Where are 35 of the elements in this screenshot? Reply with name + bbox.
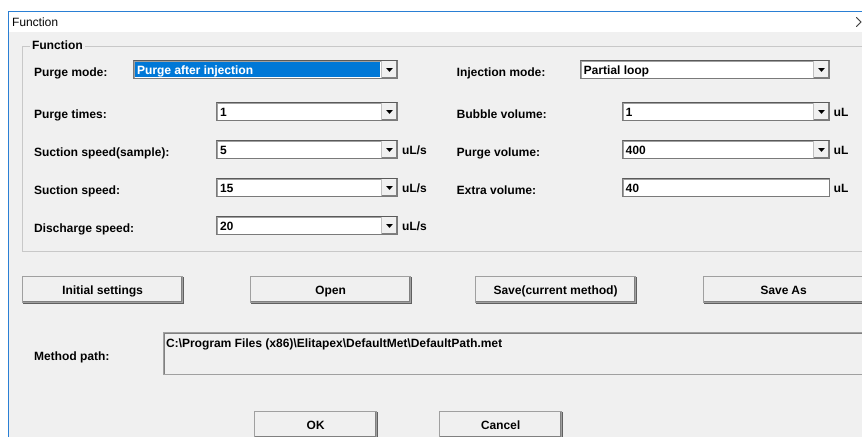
dialog-button[interactable]: OK (254, 411, 377, 437)
action-button[interactable]: Open (250, 276, 411, 303)
unit-label: uL (834, 180, 848, 194)
field-label: Injection mode: (456, 64, 546, 78)
field-label: Purge volume: (456, 144, 542, 158)
field-label: Suction speed(sample): (34, 144, 170, 158)
unit-label: uL (834, 104, 848, 118)
field-label: Suction speed: (34, 182, 122, 196)
window-title: Function (12, 15, 58, 29)
field-label: Purge times: (34, 106, 108, 120)
input-field[interactable]: 40 (622, 178, 830, 197)
field-label: Bubble volume: (456, 106, 548, 120)
unit-label: uL/s (402, 218, 427, 232)
unit-label: uL/s (402, 180, 427, 194)
close-icon[interactable] (856, 17, 862, 27)
unit-label: uL/s (402, 142, 427, 156)
dropdown[interactable]: Partial loop (580, 60, 830, 79)
dropdown[interactable]: 400 (622, 140, 830, 159)
dropdown[interactable]: 15 (216, 178, 398, 197)
dropdown[interactable]: Purge after injection (133, 60, 398, 79)
field-label: Extra volume: (456, 182, 538, 196)
action-button[interactable]: Save As (703, 276, 862, 303)
dropdown[interactable]: 1 (622, 102, 830, 121)
dropdown[interactable]: 1 (216, 102, 398, 121)
dialog-button[interactable]: Cancel (439, 411, 562, 437)
dropdown[interactable]: 5 (216, 140, 398, 159)
action-button[interactable]: Save(current method) (475, 276, 636, 303)
unit-label: uL (834, 142, 848, 156)
dropdown[interactable]: 20 (216, 216, 398, 235)
group-title: Function (30, 38, 85, 52)
field-label: Purge mode: (34, 64, 108, 78)
path-field: C:\Program Files (x86)\Elitapex\DefaultMet\DefaultPath.met (163, 332, 862, 375)
field-label: Discharge speed: (34, 220, 136, 234)
action-button[interactable]: Initial settings (22, 276, 183, 303)
field-label: Method path: (33, 348, 110, 362)
